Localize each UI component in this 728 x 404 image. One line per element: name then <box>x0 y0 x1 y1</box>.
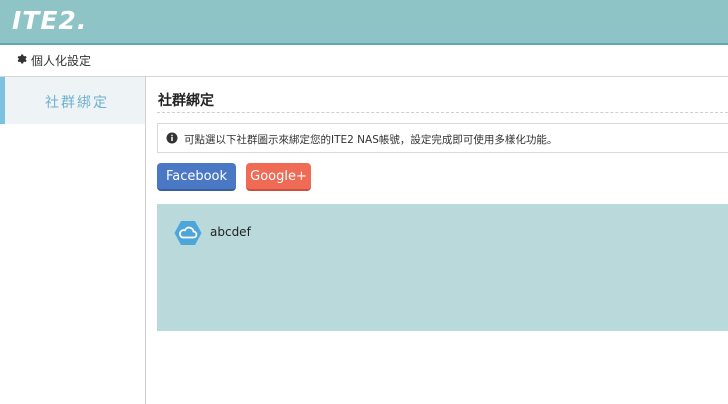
page-header: 個人化設定 <box>0 45 728 77</box>
account-name: abcdef <box>210 225 251 239</box>
divider <box>157 112 728 113</box>
info-text: 可點選以下社群圖示來綁定您的ITE2 NAS帳號，設定完成即可使用多樣化功能。 <box>184 134 558 146</box>
sidebar-item-social-binding[interactable]: 社群綁定 <box>0 77 145 124</box>
logo[interactable]: ITE2. <box>12 6 87 35</box>
facebook-button[interactable]: Facebook <box>157 163 236 191</box>
main-content: 社群綁定 可點選以下社群圖示來綁定您的ITE2 NAS帳號，設定完成即可使用多樣… <box>146 77 728 404</box>
info-box: 可點選以下社群圖示來綁定您的ITE2 NAS帳號，設定完成即可使用多樣化功能。 <box>157 123 728 153</box>
info-circle-icon <box>166 132 178 144</box>
sidebar: 社群綁定 <box>0 77 146 404</box>
page-title: 個人化設定 <box>31 54 92 68</box>
linked-accounts-panel: abcdef <box>157 204 728 331</box>
gear-icon <box>17 54 27 64</box>
top-bar: ITE2. <box>0 0 728 45</box>
cloud-icon <box>174 221 202 245</box>
section-title: 社群綁定 <box>158 93 214 109</box>
google-plus-button[interactable]: Google+ <box>246 163 311 191</box>
sidebar-item-label: 社群綁定 <box>45 95 109 111</box>
